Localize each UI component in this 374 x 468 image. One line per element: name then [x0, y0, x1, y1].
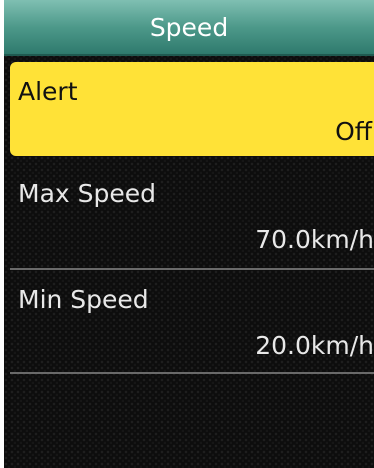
menu-item-value: 70.0km/h — [255, 225, 374, 254]
title-bar: Speed — [4, 0, 374, 56]
menu-item-value: 20.0km/h — [255, 331, 374, 360]
divider — [10, 372, 374, 374]
device-frame: Speed Alert Off Max Speed 70.0km/h Min S… — [0, 0, 374, 468]
menu-item-value: Off — [335, 117, 372, 146]
menu-item-label: Alert — [18, 77, 78, 106]
menu-item-max-speed[interactable]: Max Speed 70.0km/h — [10, 160, 374, 268]
device-screen: Speed Alert Off Max Speed 70.0km/h Min S… — [4, 0, 374, 468]
menu-item-label: Min Speed — [18, 285, 149, 314]
menu-item-alert[interactable]: Alert Off — [10, 62, 374, 156]
page-title: Speed — [149, 13, 229, 42]
menu-item-label: Max Speed — [18, 179, 157, 208]
menu-item-min-speed[interactable]: Min Speed 20.0km/h — [10, 270, 374, 372]
